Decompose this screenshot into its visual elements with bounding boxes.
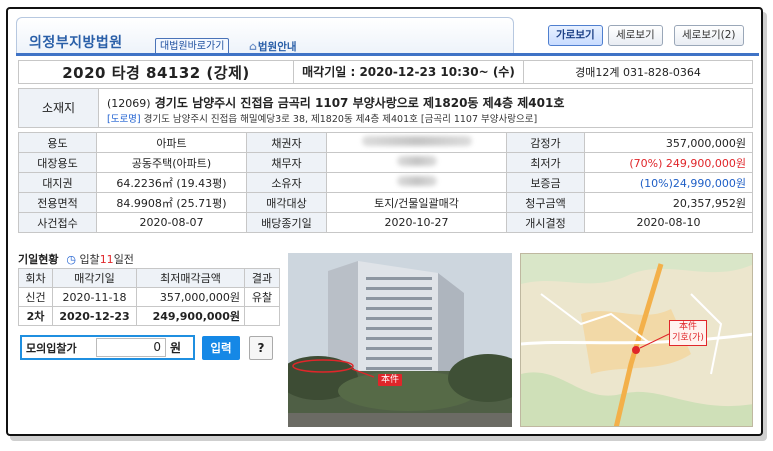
info-label: 소유자	[246, 172, 327, 193]
countdown-days: 11	[99, 253, 114, 266]
vertical-view-2-button[interactable]: 세로보기(2)	[674, 25, 744, 46]
info-label: 채무자	[246, 152, 327, 173]
mock-bid-box: 모의입찰가 0 원	[20, 335, 195, 360]
info-value: 84.9908㎡ (25.71평)	[96, 192, 247, 213]
case-number: 2020 타경 84132 (강제)	[62, 63, 250, 82]
sale-date: 매각기일 : 2020-12-23 10:30~ (수)	[293, 61, 524, 83]
history-date: 2020-11-18	[52, 287, 137, 307]
court-info-icon: ⌂	[249, 40, 257, 53]
history-result	[244, 306, 280, 326]
history-col-result: 결과	[244, 268, 280, 288]
court-info-label: 법원안내	[257, 41, 297, 53]
road-name-tag: [도로명]	[107, 114, 141, 125]
info-label: 사건접수	[18, 212, 97, 233]
info-row: 사건접수 2020-08-07 배당종기일 2020-10-27 개시결정 20…	[18, 212, 753, 233]
history-col-date: 매각기일	[52, 268, 137, 288]
history-header-row: 회차 매각기일 최저매각금액 결과	[18, 268, 280, 288]
table-row: 신건 2020-11-18 357,000,000원 유찰	[18, 287, 280, 307]
bid-countdown: ◷ 입찰11일전	[66, 253, 134, 266]
location-map[interactable]: 本件 기호(가)	[520, 253, 753, 427]
table-row: 2차 2020-12-23 249,900,000원	[18, 306, 280, 326]
info-value: 2020-10-27	[326, 212, 507, 233]
info-row: 대장용도 공동주택(아파트) 채무자 최저가 (70%) 249,900,000…	[18, 152, 753, 173]
map-image	[521, 254, 752, 426]
history-date: 2020-12-23	[52, 306, 137, 326]
history-price: 357,000,000원	[136, 287, 245, 307]
header-divider	[16, 53, 759, 56]
info-label: 대지권	[18, 172, 97, 193]
claim-amount: 20,357,952원	[584, 192, 753, 213]
history-result: 유찰	[244, 287, 280, 307]
mock-bid-unit: 원	[170, 341, 182, 355]
map-tag-line2: 기호(가)	[672, 333, 704, 343]
info-label: 배당종기일	[246, 212, 327, 233]
address-row: 소재지 (12069) 경기도 남양주시 진접읍 금곡리 1107 부양사랑으로…	[18, 88, 753, 128]
court-header: 의정부지방법원 대법원바로가기 ⌂법원안내 가로보기 세로보기 세로보기(2)	[10, 11, 759, 56]
minimum-price: (70%) 249,900,000원	[584, 152, 753, 173]
court-name: 의정부지방법원	[29, 35, 123, 51]
info-value: 토지/건물일괄매각	[326, 192, 507, 213]
countdown-prefix: 입찰	[79, 253, 100, 266]
info-value: 공동주택(아파트)	[96, 152, 247, 173]
apartment-building-image	[288, 253, 512, 427]
history-round: 2차	[18, 306, 53, 326]
photo-subject-tag: 本件	[378, 374, 403, 386]
info-label: 청구금액	[506, 192, 585, 213]
mock-bid-submit-button[interactable]: 입력	[202, 336, 240, 360]
redacted-value	[326, 132, 507, 153]
road-address: 경기도 남양주시 진접읍 해밀예당3로 38, 제1820동 제4층 제401호…	[143, 114, 538, 125]
sale-history-table: 회차 매각기일 최저매각금액 결과 신건 2020-11-18 357,000,…	[18, 268, 280, 326]
help-button[interactable]: ?	[249, 336, 273, 360]
info-label: 감정가	[506, 132, 585, 153]
info-label: 대장용도	[18, 152, 97, 173]
info-label: 개시결정	[506, 212, 585, 233]
history-title: 기일현황	[18, 253, 59, 266]
appraisal-price: 357,000,000원	[584, 132, 753, 153]
department-contact: 경매12계 031-828-0364	[575, 66, 701, 79]
history-round: 신건	[18, 287, 53, 307]
history-heading: 기일현황 ◷ 입찰11일전	[18, 251, 134, 267]
address-main: (12069) 경기도 남양주시 진접읍 금곡리 1107 부양사랑으로 제18…	[107, 94, 564, 111]
court-tab: 의정부지방법원 대법원바로가기 ⌂법원안내	[16, 17, 514, 55]
history-price: 249,900,000원	[136, 306, 245, 326]
map-tag-line1: 本件	[678, 322, 697, 332]
clock-icon: ◷	[66, 253, 76, 266]
redacted-value	[326, 172, 507, 193]
countdown-suffix: 일전	[113, 253, 134, 266]
history-col-price: 최저매각금액	[136, 268, 245, 288]
info-value: 2020-08-07	[96, 212, 247, 233]
horizontal-view-button[interactable]: 가로보기	[548, 25, 603, 46]
history-col-round: 회차	[18, 268, 53, 288]
info-label: 매각대상	[246, 192, 327, 213]
info-row: 전용면적 84.9908㎡ (25.71평) 매각대상 토지/건물일괄매각 청구…	[18, 192, 753, 213]
lot-address: 경기도 남양주시 진접읍 금곡리 1107 부양사랑으로 제1820동 제4층 …	[154, 96, 565, 110]
info-label: 전용면적	[18, 192, 97, 213]
map-subject-tag: 本件 기호(가)	[669, 320, 707, 346]
info-row: 대지권 64.2236㎡ (19.43평) 소유자 보증금 (10%)24,99…	[18, 172, 753, 193]
case-summary-row: 2020 타경 84132 (강제) 매각기일 : 2020-12-23 10:…	[18, 60, 753, 84]
zip-code: (12069)	[107, 97, 151, 110]
info-label: 용도	[18, 132, 97, 153]
address-label: 소재지	[19, 89, 99, 127]
vertical-view-button[interactable]: 세로보기	[608, 25, 663, 46]
mock-bid-input[interactable]: 0	[96, 338, 166, 357]
info-value: 64.2236㎡ (19.43평)	[96, 172, 247, 193]
redacted-value	[326, 152, 507, 173]
info-value: 2020-08-10	[584, 212, 753, 233]
info-row: 용도 아파트 채권자 감정가 357,000,000원	[18, 132, 753, 153]
info-value: 아파트	[96, 132, 247, 153]
property-photo[interactable]: 本件	[288, 253, 512, 427]
property-info-table: 용도 아파트 채권자 감정가 357,000,000원 대장용도 공동주택(아파…	[18, 132, 753, 233]
address-road: [도로명] 경기도 남양주시 진접읍 해밀예당3로 38, 제1820동 제4층…	[107, 111, 537, 125]
mock-bid-label: 모의입찰가	[26, 341, 77, 355]
court-info-link[interactable]: ⌂법원안내	[249, 39, 297, 54]
info-label: 보증금	[506, 172, 585, 193]
info-label: 최저가	[506, 152, 585, 173]
deposit-amount: (10%)24,990,000원	[584, 172, 753, 193]
info-label: 채권자	[246, 132, 327, 153]
